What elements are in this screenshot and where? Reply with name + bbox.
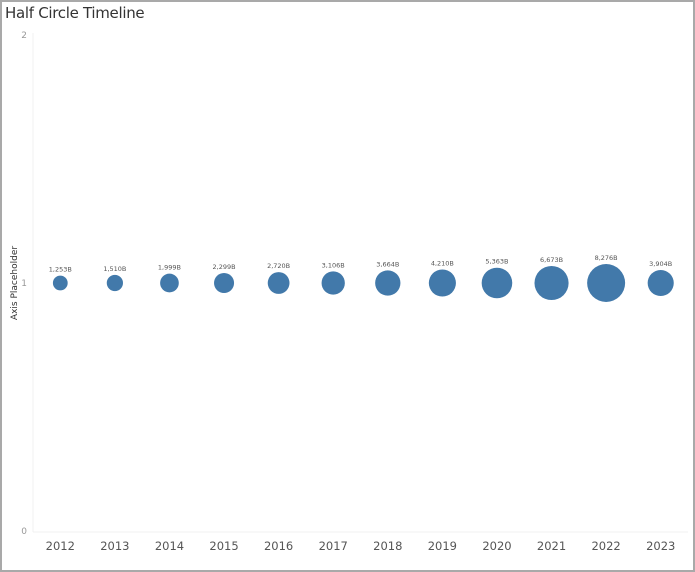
x-tick-label: 2019 [428,539,457,553]
y-tick-label: 0 [21,527,27,537]
chart-svg: Axis Placeholder 0 1 2 1,253B 1,510B 1,999B 2… [10,31,688,553]
data-label-2022: 8,276B [595,254,618,262]
x-tick-label: 2014 [155,539,184,553]
data-label-2020: 5,363B [485,258,508,266]
data-label-2021: 6,673B [540,256,563,264]
bubble-2013[interactable] [106,274,123,292]
data-label-2013: 1,510B [103,265,126,273]
x-tick-label: 2018 [373,539,402,553]
bubble-2022[interactable] [587,264,626,302]
x-tick-label: 2020 [482,539,511,553]
x-tick-label: 2015 [209,539,238,553]
y-tick-label: 1 [21,279,27,289]
data-label-2015: 2,299B [213,263,236,271]
x-tick-label: 2016 [264,539,293,553]
bubble-2018[interactable] [375,270,401,296]
x-tick-label: 2022 [591,539,620,553]
bubble-2020[interactable] [481,267,513,299]
x-tick-label: 2017 [319,539,348,553]
y-axis-label: Axis Placeholder [10,246,20,320]
data-label-2012: 1,253B [49,266,72,274]
bubble-2017[interactable] [321,271,345,295]
bubble-2023[interactable] [647,269,674,297]
bubble-2021[interactable] [534,265,569,301]
bubble-2015[interactable] [214,272,235,294]
x-tick-label: 2012 [46,539,75,553]
data-label-2023: 3,904B [649,260,672,268]
data-label-2019: 4,210B [431,259,454,267]
data-label-2017: 3,106B [322,261,345,269]
x-tick-label: 2023 [646,539,675,553]
data-label-2018: 3,664B [376,260,399,268]
data-label-2014: 1,999B [158,264,181,272]
bubble-2016[interactable] [267,272,290,294]
bubble-2019[interactable] [428,269,456,297]
y-tick-label: 2 [21,31,27,41]
bubble-2014[interactable] [160,273,179,293]
bubble-2012[interactable] [52,275,68,291]
x-tick-label: 2021 [537,539,566,553]
data-label-2016: 2,720B [267,262,290,270]
x-tick-label: 2013 [100,539,129,553]
